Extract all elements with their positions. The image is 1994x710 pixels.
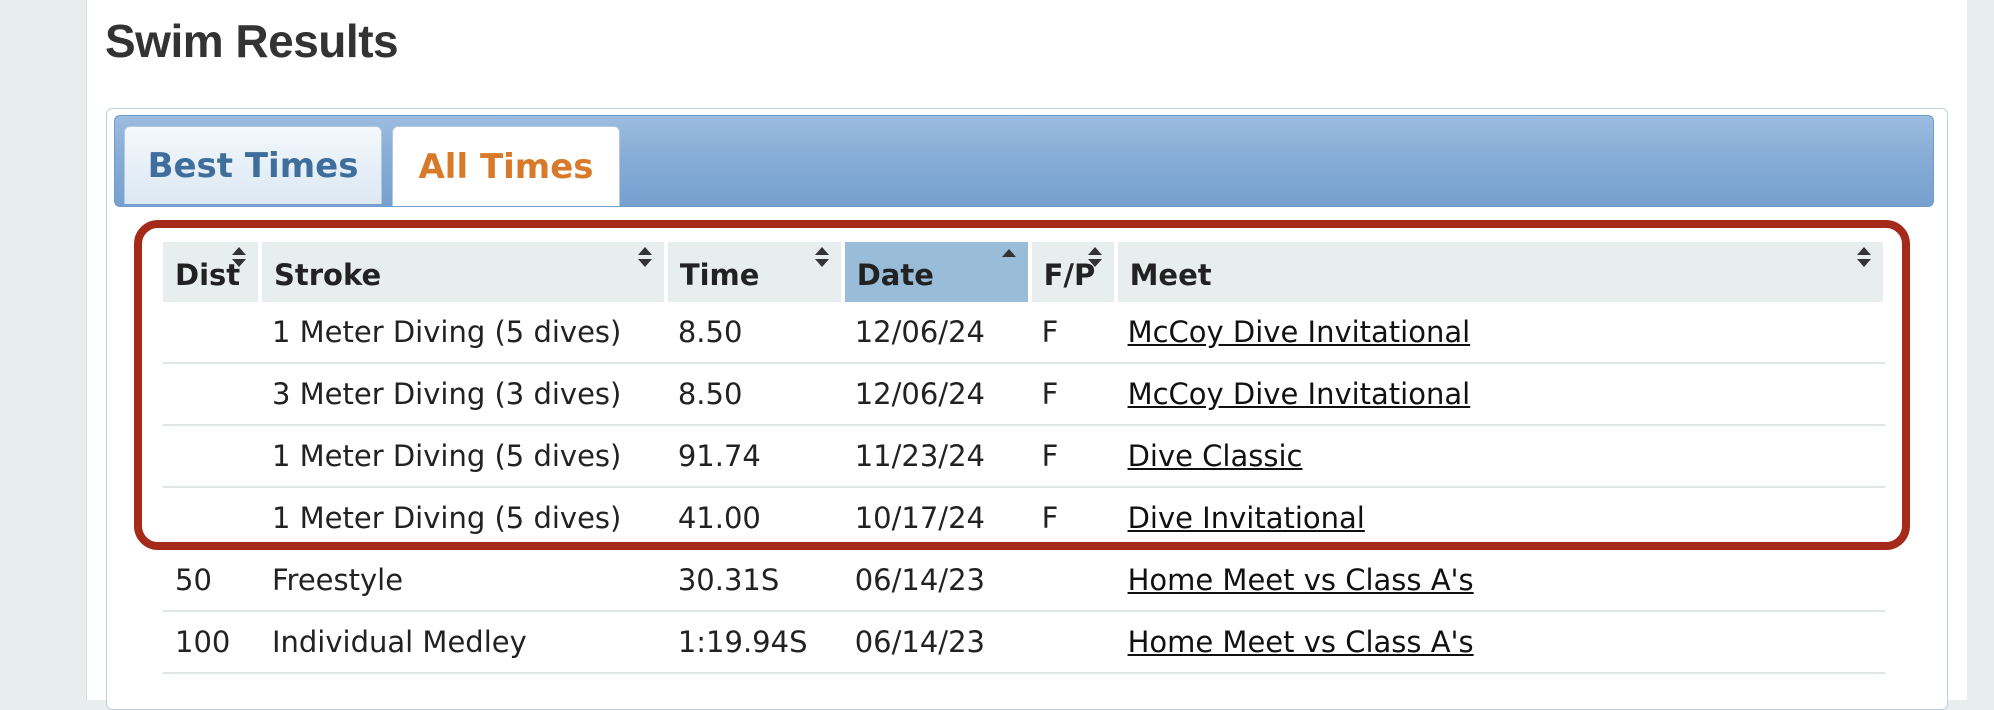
cell-time: 30.31S: [665, 549, 843, 612]
column-header-dist[interactable]: Dist: [163, 242, 262, 302]
table-header-row: Dist Stroke Time Date F/P Meet: [163, 242, 1888, 302]
column-header-fp[interactable]: F/P: [1029, 242, 1118, 302]
meet-link[interactable]: Dive Invitational: [1128, 501, 1365, 535]
cell-stroke: 1 Meter Diving (5 dives): [259, 425, 666, 488]
sort-icon: [637, 247, 652, 271]
cell-time: 1:19.94S: [665, 611, 843, 674]
cell-date: 06/14/23: [842, 611, 1030, 674]
cell-date: 11/23/24: [842, 425, 1030, 488]
column-header-label: Dist: [175, 258, 241, 292]
tab-bar: [114, 115, 1934, 207]
cell-date: 12/06/24: [842, 302, 1030, 364]
sort-icon: [231, 247, 246, 271]
column-header-time[interactable]: Time: [665, 242, 845, 302]
column-header-date[interactable]: Date: [842, 242, 1032, 302]
cell-meet: McCoy Dive Invitational: [1115, 363, 1885, 426]
results-table: Dist Stroke Time Date F/P Meet 1 Meter D…: [163, 242, 1888, 674]
table-row: 1 Meter Diving (5 dives) 91.74 11/23/24 …: [163, 425, 1885, 488]
table-row: 1 Meter Diving (5 dives) 8.50 12/06/24 F…: [163, 302, 1885, 364]
cell-stroke: Freestyle: [259, 549, 666, 612]
column-header-label: Date: [856, 258, 934, 292]
cell-meet: Home Meet vs Class A's: [1115, 611, 1885, 674]
tab-all-times[interactable]: All Times: [392, 126, 620, 206]
cell-meet: Dive Invitational: [1115, 487, 1885, 550]
cell-meet: Home Meet vs Class A's: [1115, 549, 1885, 612]
table-row: 1 Meter Diving (5 dives) 41.00 10/17/24 …: [163, 487, 1885, 550]
cell-meet: Dive Classic: [1115, 425, 1885, 488]
meet-link[interactable]: Home Meet vs Class A's: [1128, 563, 1474, 597]
cell-time: 41.00: [665, 487, 843, 550]
cell-dist: [163, 302, 260, 364]
cell-time: 91.74: [665, 425, 843, 488]
cell-dist: [163, 363, 260, 426]
cell-time: 8.50: [665, 363, 843, 426]
tab-best-times[interactable]: Best Times: [124, 126, 382, 204]
sort-icon: [1087, 247, 1102, 271]
column-header-stroke[interactable]: Stroke: [259, 242, 668, 302]
cell-stroke: Individual Medley: [259, 611, 666, 674]
cell-meet: McCoy Dive Invitational: [1115, 302, 1885, 364]
column-header-label: Meet: [1129, 258, 1212, 292]
cell-date: 12/06/24: [842, 363, 1030, 426]
table-row: 50 Freestyle 30.31S 06/14/23 Home Meet v…: [163, 549, 1885, 612]
cell-fp: F: [1029, 363, 1116, 426]
meet-link[interactable]: McCoy Dive Invitational: [1128, 315, 1471, 349]
sort-icon: [814, 247, 829, 271]
cell-dist: [163, 487, 260, 550]
meet-link[interactable]: Home Meet vs Class A's: [1128, 625, 1474, 659]
page-title: Swim Results: [105, 15, 399, 67]
cell-fp: [1029, 611, 1116, 674]
cell-date: 06/14/23: [842, 549, 1030, 612]
cell-fp: F: [1029, 302, 1116, 364]
cell-fp: F: [1029, 425, 1116, 488]
column-header-label: Time: [679, 258, 760, 292]
cell-dist: 50: [163, 549, 260, 612]
sort-ascending-icon: [1001, 247, 1016, 271]
cell-time: 8.50: [665, 302, 843, 364]
cell-date: 10/17/24: [842, 487, 1030, 550]
cell-fp: [1029, 549, 1116, 612]
cell-dist: [163, 425, 260, 488]
meet-link[interactable]: Dive Classic: [1128, 439, 1303, 473]
sort-icon: [1857, 247, 1871, 271]
table-row: 3 Meter Diving (3 dives) 8.50 12/06/24 F…: [163, 363, 1885, 426]
cell-fp: F: [1029, 487, 1116, 550]
cell-dist: 100: [163, 611, 260, 674]
meet-link[interactable]: McCoy Dive Invitational: [1128, 377, 1471, 411]
table-row: 100 Individual Medley 1:19.94S 06/14/23 …: [163, 611, 1885, 674]
cell-stroke: 3 Meter Diving (3 dives): [259, 363, 666, 426]
column-header-meet[interactable]: Meet: [1115, 242, 1888, 302]
cell-stroke: 1 Meter Diving (5 dives): [259, 302, 666, 364]
column-header-label: Stroke: [273, 258, 382, 292]
cell-stroke: 1 Meter Diving (5 dives): [259, 487, 666, 550]
